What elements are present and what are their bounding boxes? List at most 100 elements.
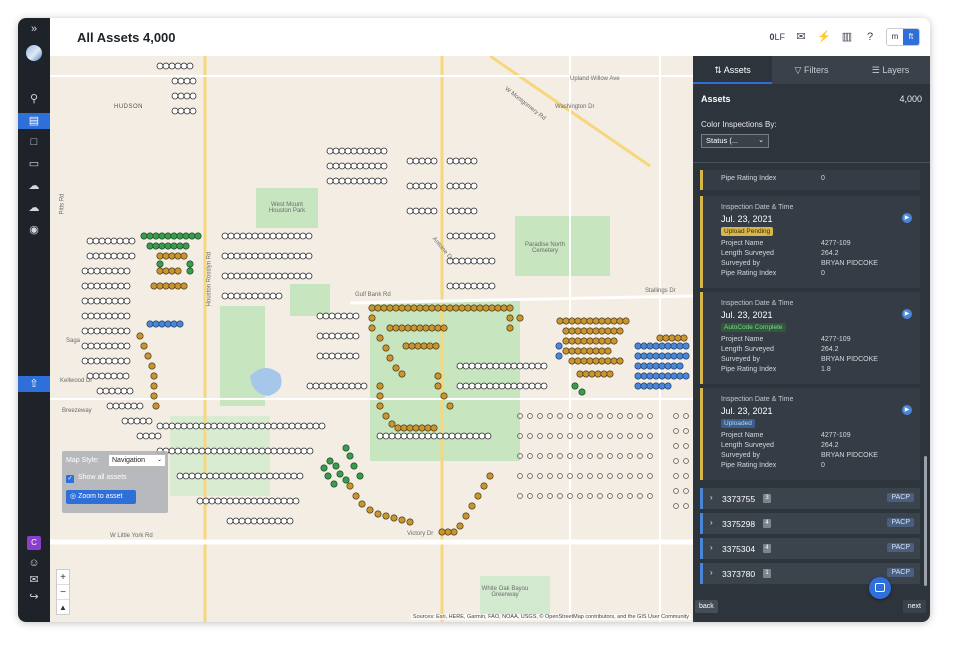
zoom-out-button[interactable]: − bbox=[57, 585, 69, 600]
chevron-down-icon: ⌄ bbox=[156, 457, 162, 463]
status-badge: Uploaded bbox=[721, 419, 755, 428]
chevron-right-icon[interactable]: › bbox=[710, 568, 713, 577]
cloud-download-icon[interactable]: ☁ bbox=[27, 201, 41, 215]
map-icon[interactable]: ▤ bbox=[18, 113, 50, 129]
project-name-value: 4277-109 bbox=[821, 240, 851, 247]
play-icon[interactable]: ▶ bbox=[902, 309, 912, 319]
label-stallings: Stallings Dr bbox=[645, 288, 676, 294]
map-style-select[interactable]: Navigation ⌄ bbox=[108, 454, 166, 467]
status-badge: AutoCode Complete bbox=[721, 323, 786, 332]
tab-layers[interactable]: ☰ Layers bbox=[851, 56, 930, 84]
inspection-date: Jul. 23, 2021 bbox=[721, 214, 773, 224]
asset-row[interactable]: › 3375298 4 PACP bbox=[700, 513, 920, 534]
app-logo bbox=[26, 45, 42, 61]
divider bbox=[693, 162, 930, 163]
label-white-oak-bayou: White Oak Bayou Greenway bbox=[481, 586, 529, 598]
pacp-badge[interactable]: PACP bbox=[887, 568, 914, 577]
inspection-card[interactable]: Inspection Date & Time Jul. 23, 2021 ▶ U… bbox=[700, 388, 920, 480]
label-hudson: HUDSON bbox=[114, 104, 144, 110]
inspection-header: Inspection Date & Time bbox=[721, 204, 794, 211]
chat-launcher-button[interactable] bbox=[869, 577, 891, 599]
project-name-label: Project Name bbox=[721, 240, 764, 247]
mail-icon[interactable]: ✉ bbox=[794, 30, 808, 44]
label-victory: Victory Dr bbox=[407, 531, 434, 537]
upload-icon[interactable]: ⇧ bbox=[18, 376, 50, 392]
unit-ft-button[interactable]: ft bbox=[903, 29, 919, 45]
length-surveyed-value: 264.2 bbox=[821, 250, 839, 257]
inspection-card-partial: Pipe Rating Index 0 bbox=[700, 170, 920, 190]
mail-icon[interactable]: ✉ bbox=[27, 573, 41, 587]
chevron-right-icon[interactable]: › bbox=[710, 518, 713, 527]
zoom-in-button[interactable]: + bbox=[57, 570, 69, 585]
expand-icon[interactable]: » bbox=[27, 22, 41, 36]
pacp-badge[interactable]: PACP bbox=[887, 493, 914, 502]
search-icon[interactable]: ⚲ bbox=[27, 92, 41, 106]
assets-heading: Assets bbox=[701, 94, 731, 104]
show-all-assets-label: Show all assets bbox=[78, 474, 127, 481]
map-style-panel: Map Style: Navigation ⌄ ✓ Show all assets… bbox=[62, 451, 168, 513]
chevron-right-icon[interactable]: › bbox=[710, 543, 713, 552]
pipe-rating-label: Pipe Rating Index bbox=[721, 270, 777, 277]
show-all-assets-checkbox[interactable]: ✓ bbox=[66, 475, 74, 483]
label-paradise-north-cemetery: Paradise North Cemetery bbox=[524, 242, 566, 254]
asset-id: 3375298 bbox=[722, 519, 756, 529]
inbox-icon[interactable]: ▭ bbox=[27, 157, 41, 171]
pacp-badge[interactable]: PACP bbox=[887, 543, 914, 552]
color-by-select[interactable]: Status (... ⌄ bbox=[701, 134, 769, 148]
label-gulf-bank: Gulf Bank Rd bbox=[355, 292, 391, 298]
label-washington: Washington Dr bbox=[555, 104, 595, 110]
lf-unit: LF bbox=[774, 32, 785, 42]
asset-row[interactable]: › 3373755 3 PACP bbox=[700, 488, 920, 509]
map-view[interactable]: HUDSON Upland Willow Ave Washington Dr W… bbox=[50, 56, 693, 622]
project-name-value: 4277-109 bbox=[821, 432, 851, 439]
pacp-badge[interactable]: PACP bbox=[887, 518, 914, 527]
zoom-to-asset-button[interactable]: ◎ Zoom to asset bbox=[66, 490, 136, 504]
map-style-label: Map Style: bbox=[66, 457, 100, 464]
assets-panel: ⇅ Assets ▽ Filters ☰ Layers Assets 4,000… bbox=[693, 56, 930, 622]
play-icon[interactable]: ▶ bbox=[902, 405, 912, 415]
compass-icon[interactable]: ▲ bbox=[57, 600, 69, 615]
help-icon[interactable]: ? bbox=[863, 30, 877, 44]
back-button[interactable]: back bbox=[695, 600, 718, 613]
app-window: » ⚲ ▤ □ ▭ ☁ ☁ ◉ ⇧ C ☺ ✉ ↪ All Assets 4,0… bbox=[18, 18, 930, 622]
tab-assets[interactable]: ⇅ Assets bbox=[693, 56, 772, 84]
length-surveyed-label: Length Surveyed bbox=[721, 346, 774, 353]
cloud-upload-icon[interactable]: ☁ bbox=[27, 179, 41, 193]
asset-id: 3373780 bbox=[722, 569, 756, 579]
cluster-center-north bbox=[326, 147, 496, 290]
ai-icon[interactable]: ◉ bbox=[27, 223, 41, 237]
pipe-rating-value: 0 bbox=[821, 462, 825, 469]
scrollbar[interactable] bbox=[924, 456, 927, 586]
chevron-right-icon[interactable]: › bbox=[710, 493, 713, 502]
inspection-card[interactable]: Inspection Date & Time Jul. 23, 2021 ▶ A… bbox=[700, 292, 920, 384]
target-icon: ◎ bbox=[70, 493, 79, 500]
unit-m-button[interactable]: m bbox=[887, 29, 903, 45]
gift-icon[interactable]: ▥ bbox=[840, 30, 854, 44]
tab-assets-label: Assets bbox=[723, 65, 751, 75]
filter-icon: ▽ bbox=[794, 65, 804, 75]
surveyed-by-value: BRYAN PIDCOKE bbox=[821, 452, 878, 459]
lightning-icon[interactable]: ⚡ bbox=[817, 30, 831, 44]
nav-rail: » ⚲ ▤ □ ▭ ☁ ☁ ◉ ⇧ C ☺ ✉ ↪ bbox=[18, 18, 50, 622]
cluster-north bbox=[156, 62, 197, 115]
avatar[interactable]: C bbox=[27, 536, 41, 550]
length-surveyed-value: 264.2 bbox=[821, 442, 839, 449]
map-style-value: Navigation bbox=[112, 457, 146, 464]
tab-layers-label: Layers bbox=[882, 65, 910, 75]
play-icon[interactable]: ▶ bbox=[902, 213, 912, 223]
inspection-card[interactable]: Inspection Date & Time Jul. 23, 2021 ▶ U… bbox=[700, 196, 920, 288]
asset-row[interactable]: › 3375304 4 PACP bbox=[700, 538, 920, 559]
logout-icon[interactable]: ↪ bbox=[27, 590, 41, 604]
user-icon[interactable]: ☺ bbox=[27, 556, 41, 570]
pipe-rating-label: Pipe Rating Index bbox=[721, 366, 777, 373]
label-houston-rosslyn: Houston Rosslyn Rd bbox=[206, 251, 213, 307]
surveyed-by-label: Surveyed by bbox=[721, 452, 760, 459]
tab-filters[interactable]: ▽ Filters bbox=[772, 56, 851, 84]
zoom-to-asset-label: Zoom to asset bbox=[78, 493, 123, 500]
tab-filters-label: Filters bbox=[803, 65, 829, 75]
top-header: All Assets 4,000 0LF ✉ ⚡ ▥ ? m ft bbox=[50, 18, 930, 56]
project-name-value: 4277-109 bbox=[821, 336, 851, 343]
asset-id: 3373755 bbox=[722, 494, 756, 504]
chat-icon[interactable]: □ bbox=[27, 135, 41, 149]
next-button[interactable]: next bbox=[902, 600, 926, 613]
